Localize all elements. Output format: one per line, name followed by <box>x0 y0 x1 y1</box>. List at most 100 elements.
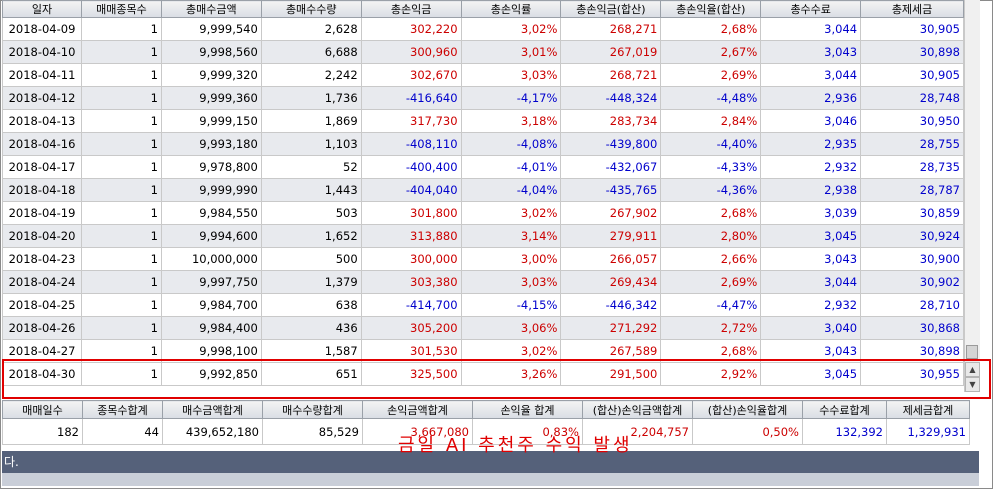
cell-buy-amount: 9,999,360 <box>160 86 262 110</box>
cell-tax: 30,955 <box>860 362 964 386</box>
cell-pnl-sum: 291,500 <box>560 362 662 386</box>
table-row[interactable]: 2018-04-18 1 9,999,990 1,443 -404,040 -4,04% -… <box>2 178 964 202</box>
summary-cell: 439,652,180 <box>162 418 263 445</box>
column-header[interactable]: 총손익금(합산) <box>560 0 662 18</box>
table-row[interactable]: 2018-04-23 1 10,000,000 500 300,000 3,00% 266,… <box>2 247 964 271</box>
table-row[interactable]: 2018-04-27 1 9,998,100 1,587 301,530 3,02% 267… <box>2 339 964 363</box>
vertical-scrollbar[interactable]: ▲ ▼ <box>964 0 980 392</box>
cell-buy-amount: 9,998,100 <box>160 339 262 363</box>
cell-buy-qty: 436 <box>260 316 362 340</box>
scroll-up-arrow-icon[interactable]: ▲ <box>965 362 980 377</box>
summary-cell: 1,329,931 <box>886 418 970 445</box>
table-row[interactable]: 2018-04-16 1 9,993,180 1,103 -408,110 -4,08% -… <box>2 132 964 156</box>
summary-column-header: 손익율 합계 <box>472 400 583 419</box>
cell-pnl-rate-sum: -4,47% <box>660 293 762 317</box>
column-header[interactable]: 총수수료 <box>760 0 862 18</box>
column-header[interactable]: 총제세금 <box>860 0 964 18</box>
cell-date: 2018-04-23 <box>2 247 82 271</box>
scrollbar-thumb[interactable] <box>966 345 978 359</box>
cell-fee: 2,935 <box>760 132 862 156</box>
cell-count: 1 <box>80 17 162 41</box>
column-header[interactable]: 일자 <box>2 0 82 18</box>
table-row[interactable]: 2018-04-10 1 9,998,560 6,688 300,960 3,01% 267… <box>2 40 964 64</box>
column-header[interactable]: 총손익률 <box>460 0 562 18</box>
table-row[interactable]: 2018-04-26 1 9,984,400 436 305,200 3,06% 271,2… <box>2 316 964 340</box>
cell-pnl-rate-sum: -4,48% <box>660 86 762 110</box>
cell-pnl-sum: -432,067 <box>560 155 662 179</box>
cell-fee: 3,044 <box>760 270 862 294</box>
cell-buy-qty: 1,587 <box>260 339 362 363</box>
cell-tax: 30,898 <box>860 339 964 363</box>
cell-pnl-sum: 267,589 <box>560 339 662 363</box>
cell-count: 1 <box>80 109 162 133</box>
cell-count: 1 <box>80 86 162 110</box>
column-header[interactable]: 총손익금 <box>360 0 462 18</box>
cell-pnl-rate-sum: 2,69% <box>660 270 762 294</box>
cell-buy-amount: 9,994,600 <box>160 224 262 248</box>
column-header[interactable]: 총손익율(합산) <box>660 0 762 18</box>
cell-fee: 3,044 <box>760 17 862 41</box>
column-header[interactable]: 매매종목수 <box>80 0 162 18</box>
cell-date: 2018-04-18 <box>2 178 82 202</box>
cell-pnl: 325,500 <box>360 362 462 386</box>
cell-buy-amount: 9,999,990 <box>160 178 262 202</box>
cell-buy-qty: 1,443 <box>260 178 362 202</box>
cell-buy-amount: 9,999,320 <box>160 63 262 87</box>
table-row[interactable]: 2018-04-11 1 9,999,320 2,242 302,670 3,03% 268… <box>2 63 964 87</box>
cell-pnl: 305,200 <box>360 316 462 340</box>
cell-pnl: 300,000 <box>360 247 462 271</box>
table-row[interactable]: 2018-04-19 1 9,984,550 503 301,800 3,02% 267,9… <box>2 201 964 225</box>
cell-tax: 28,755 <box>860 132 964 156</box>
cell-pnl: 302,670 <box>360 63 462 87</box>
cell-pnl-sum: 267,902 <box>560 201 662 225</box>
cell-count: 1 <box>80 178 162 202</box>
column-header[interactable]: 총매수수량 <box>260 0 362 18</box>
table-row[interactable]: 2018-04-12 1 9,999,360 1,736 -416,640 -4,17% -… <box>2 86 964 110</box>
column-header[interactable]: 총매수금액 <box>160 0 262 18</box>
cell-pnl-rate: 3,00% <box>460 247 562 271</box>
cell-pnl-sum: -448,324 <box>560 86 662 110</box>
cell-fee: 3,043 <box>760 40 862 64</box>
cell-fee: 3,039 <box>760 201 862 225</box>
cell-pnl-rate-sum: 2,80% <box>660 224 762 248</box>
cell-pnl: -400,400 <box>360 155 462 179</box>
table-row[interactable]: 2018-04-13 1 9,999,150 1,869 317,730 3,18% 283… <box>2 109 964 133</box>
summary-column-header: (합산)손익율합계 <box>692 400 803 419</box>
cell-buy-qty: 651 <box>260 362 362 386</box>
cell-pnl: 313,880 <box>360 224 462 248</box>
scroll-down-arrow-icon[interactable]: ▼ <box>965 377 980 392</box>
table-row[interactable]: 2018-04-30 1 9,992,850 651 325,500 3,26% 291,5… <box>2 362 964 386</box>
cell-buy-qty: 6,688 <box>260 40 362 64</box>
cell-tax: 30,859 <box>860 201 964 225</box>
cell-date: 2018-04-26 <box>2 316 82 340</box>
cell-tax: 30,924 <box>860 224 964 248</box>
table-row[interactable]: 2018-04-24 1 9,997,750 1,379 303,380 3,03% 269… <box>2 270 964 294</box>
cell-buy-amount: 10,000,000 <box>160 247 262 271</box>
cell-pnl-rate: 3,02% <box>460 17 562 41</box>
bottom-strip <box>2 473 979 486</box>
cell-pnl-rate-sum: 2,68% <box>660 17 762 41</box>
cell-count: 1 <box>80 155 162 179</box>
table-row[interactable]: 2018-04-17 1 9,978,800 52 -400,400 -4,01% -432… <box>2 155 964 179</box>
table-row[interactable]: 2018-04-20 1 9,994,600 1,652 313,880 3,14% 279… <box>2 224 964 248</box>
cell-pnl-sum: -439,800 <box>560 132 662 156</box>
cell-buy-qty: 2,628 <box>260 17 362 41</box>
cell-pnl-rate-sum: 2,67% <box>660 40 762 64</box>
grid-body[interactable]: 2018-04-09 1 9,999,540 2,628 302,220 3,02% 268… <box>2 17 964 386</box>
cell-pnl-rate-sum: -4,40% <box>660 132 762 156</box>
table-row[interactable]: 2018-04-25 1 9,984,700 638 -414,700 -4,15% -44… <box>2 293 964 317</box>
cell-pnl-rate-sum: 2,72% <box>660 316 762 340</box>
summary-column-header: 종목수합계 <box>82 400 163 419</box>
cell-buy-qty: 1,379 <box>260 270 362 294</box>
cell-date: 2018-04-11 <box>2 63 82 87</box>
cell-tax: 30,950 <box>860 109 964 133</box>
cell-date: 2018-04-09 <box>2 17 82 41</box>
cell-count: 1 <box>80 224 162 248</box>
cell-fee: 3,044 <box>760 63 862 87</box>
table-row[interactable]: 2018-04-09 1 9,999,540 2,628 302,220 3,02% 268… <box>2 17 964 41</box>
summary-cell: 85,529 <box>262 418 363 445</box>
cell-buy-qty: 1,736 <box>260 86 362 110</box>
summary-header-row: 매매일수 종목수합계 매수금액합계 매수수량합계 손익금액합계 손익율 합계 (합산)손익금… <box>2 400 970 419</box>
cell-pnl: 303,380 <box>360 270 462 294</box>
cell-buy-qty: 1,869 <box>260 109 362 133</box>
